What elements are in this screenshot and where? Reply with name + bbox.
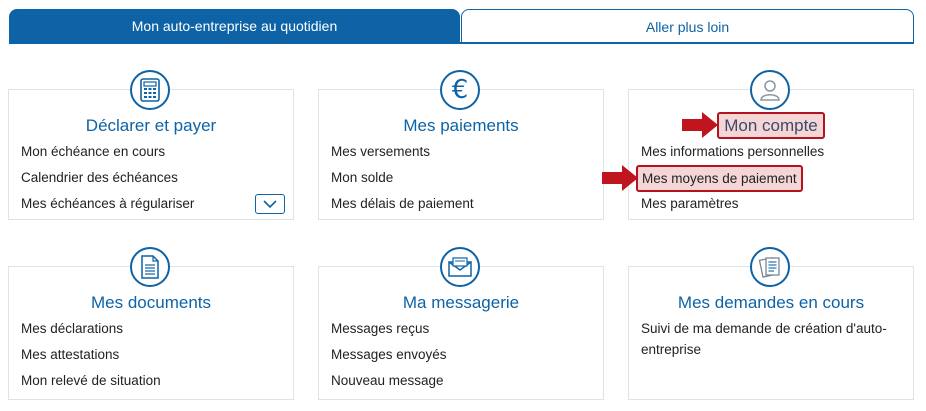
- card-mes-paiements: € Mes paiements Mes versements Mon solde…: [318, 70, 604, 220]
- card-title: Mes documents: [91, 293, 211, 312]
- link-mes-delais-de-paiement[interactable]: Mes délais de paiement: [331, 196, 474, 211]
- document-icon: [130, 247, 170, 287]
- card-title: Mon compte: [717, 112, 825, 139]
- link-suivi-demande-creation[interactable]: Suivi de ma demande de création d'auto-e…: [641, 318, 903, 360]
- link-mes-versements[interactable]: Mes versements: [331, 144, 430, 159]
- link-messages-recus[interactable]: Messages reçus: [331, 321, 429, 336]
- link-mon-releve-de-situation[interactable]: Mon relevé de situation: [21, 373, 161, 388]
- link-mon-echeance-en-cours[interactable]: Mon échéance en cours: [21, 144, 165, 159]
- card-title: Déclarer et payer: [85, 116, 217, 135]
- documents-stack-icon: [750, 247, 790, 287]
- card-declarer-et-payer: Déclarer et payer Mon échéance en cours …: [8, 70, 294, 220]
- card-ma-messagerie: Ma messagerie Messages reçus Messages en…: [318, 247, 604, 400]
- envelope-icon: [440, 247, 480, 287]
- red-arrow-icon: [602, 165, 638, 191]
- link-mes-moyens-de-paiement[interactable]: Mes moyens de paiement: [636, 165, 803, 192]
- link-mes-echeances-a-regulariser[interactable]: Mes échéances à régulariser: [21, 196, 194, 211]
- link-nouveau-message[interactable]: Nouveau message: [331, 373, 444, 388]
- card-title: Mes paiements: [403, 116, 519, 135]
- card-mon-compte: Mon compte Mes informations personnelles…: [628, 70, 914, 220]
- card-title: Ma messagerie: [402, 293, 520, 312]
- euro-icon: €: [440, 70, 480, 110]
- expand-button[interactable]: [255, 194, 285, 214]
- tab-mon-auto-entreprise[interactable]: Mon auto-entreprise au quotidien: [9, 9, 460, 43]
- calculator-icon: [130, 70, 170, 110]
- red-arrow-icon: [682, 112, 718, 138]
- link-mes-attestations[interactable]: Mes attestations: [21, 347, 119, 362]
- chevron-down-icon: [263, 195, 277, 213]
- user-icon: [750, 70, 790, 110]
- card-mes-demandes-en-cours: Mes demandes en cours Suivi de ma demand…: [628, 247, 914, 400]
- card-title: Mes demandes en cours: [677, 293, 865, 312]
- link-mes-informations-personnelles[interactable]: Mes informations personnelles: [641, 144, 824, 159]
- link-messages-envoyes[interactable]: Messages envoyés: [331, 347, 447, 362]
- tab-bar: Mon auto-entreprise au quotidien Aller p…: [9, 9, 914, 44]
- tab-aller-plus-loin[interactable]: Aller plus loin: [461, 9, 914, 43]
- link-mes-declarations[interactable]: Mes déclarations: [21, 321, 123, 336]
- link-mon-solde[interactable]: Mon solde: [331, 170, 393, 185]
- tab-underline: [9, 42, 914, 44]
- link-calendrier-des-echeances[interactable]: Calendrier des échéances: [21, 170, 178, 185]
- link-mes-parametres[interactable]: Mes paramètres: [641, 196, 739, 211]
- card-mes-documents: Mes documents Mes déclarations Mes attes…: [8, 247, 294, 400]
